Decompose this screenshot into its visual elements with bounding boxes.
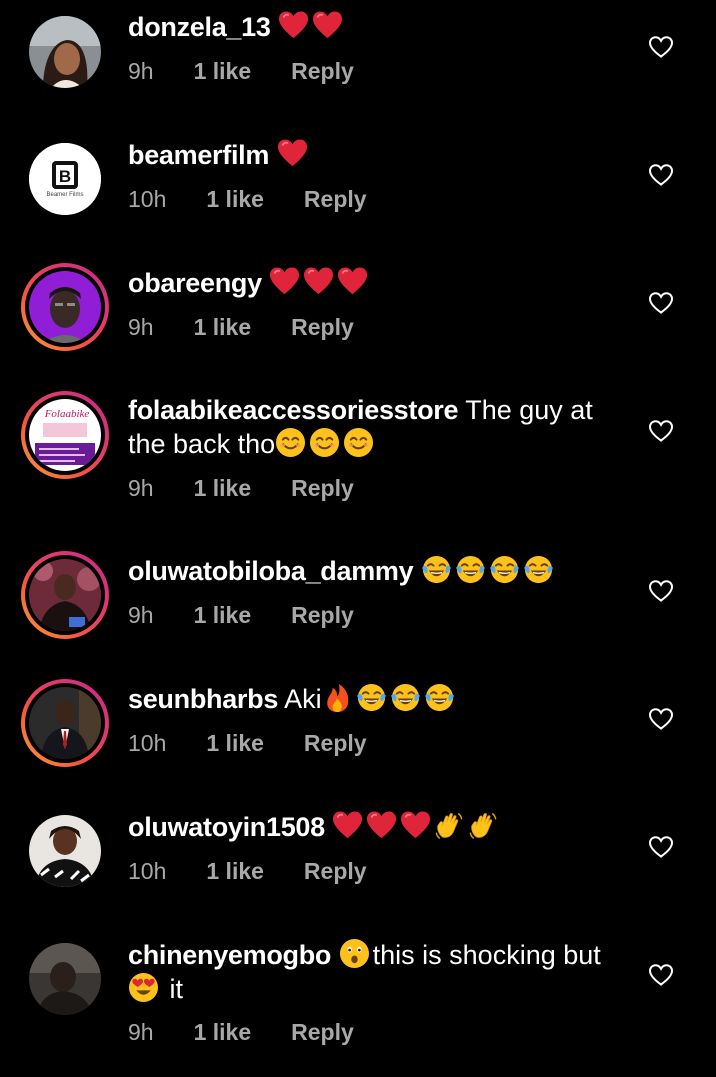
- comment-body: this is shocking but: [372, 940, 601, 970]
- reply-button[interactable]: Reply: [291, 1019, 354, 1046]
- like-heart-icon[interactable]: [648, 162, 674, 188]
- comment-meta: 9h 1 like Reply: [128, 475, 354, 502]
- tears-of-joy-icon: [455, 554, 486, 585]
- comment-meta: 9h 1 like Reply: [128, 58, 354, 85]
- timestamp: 9h: [128, 475, 154, 501]
- avatar: [29, 559, 101, 631]
- avatar-logo-text: Folaabike: [44, 408, 90, 420]
- smiling-face-icon: [275, 427, 306, 458]
- red-heart-icon: [312, 10, 343, 41]
- comment-meta: 10h 1 like Reply: [128, 858, 367, 885]
- waving-hand-icon: [434, 810, 465, 841]
- likes-count[interactable]: 1 like: [194, 58, 252, 85]
- like-heart-icon[interactable]: [648, 962, 674, 988]
- red-heart-icon: [366, 810, 397, 841]
- like-heart-icon[interactable]: [648, 34, 674, 60]
- comment-text: beamerfilm: [128, 138, 628, 172]
- username[interactable]: beamerfilm: [128, 140, 269, 170]
- reply-button[interactable]: Reply: [291, 314, 354, 341]
- username[interactable]: obareengy: [128, 268, 262, 298]
- tears-of-joy-icon: [424, 682, 455, 713]
- tears-of-joy-icon: [421, 554, 452, 585]
- likes-count[interactable]: 1 like: [194, 314, 252, 341]
- avatar: [29, 271, 101, 343]
- avatar[interactable]: [29, 815, 101, 887]
- comment-text: obareengy: [128, 266, 628, 300]
- tears-of-joy-icon: [489, 554, 520, 585]
- waving-hand-icon: [468, 810, 499, 841]
- avatar[interactable]: [29, 943, 101, 1015]
- timestamp: 9h: [128, 58, 154, 84]
- reply-button[interactable]: Reply: [304, 730, 367, 757]
- likes-count[interactable]: 1 like: [194, 475, 252, 502]
- avatar: [29, 687, 101, 759]
- tears-of-joy-icon: [390, 682, 421, 713]
- timestamp: 10h: [128, 730, 167, 756]
- username[interactable]: folaabikeaccessoriesstore: [128, 395, 459, 425]
- red-heart-icon: [278, 10, 309, 41]
- comment-text: seunbharbs Aki: [128, 682, 628, 716]
- likes-count[interactable]: 1 like: [206, 858, 264, 885]
- red-heart-icon: [269, 266, 300, 297]
- comment-text: oluwatoyin1508: [128, 810, 628, 844]
- avatar-story-ring[interactable]: [21, 679, 109, 767]
- astonished-face-icon: [339, 938, 370, 969]
- avatar: Folaabike: [29, 399, 101, 471]
- username[interactable]: donzela_13: [128, 12, 271, 42]
- username[interactable]: chinenyemogbo: [128, 940, 331, 970]
- comment-body-continued: it: [169, 974, 184, 1004]
- reply-button[interactable]: Reply: [304, 858, 367, 885]
- timestamp: 9h: [128, 1019, 154, 1045]
- fire-icon: [322, 682, 353, 713]
- avatar-logo-text: B: [59, 167, 71, 186]
- username[interactable]: oluwatoyin1508: [128, 812, 325, 842]
- username[interactable]: seunbharbs: [128, 684, 278, 714]
- avatar-logo-subtext: Beamer Films: [46, 192, 83, 198]
- timestamp: 10h: [128, 858, 167, 884]
- avatar-story-ring[interactable]: [21, 263, 109, 351]
- like-heart-icon[interactable]: [648, 418, 674, 444]
- avatar-story-ring[interactable]: [21, 551, 109, 639]
- red-heart-icon: [303, 266, 334, 297]
- heart-eyes-face-icon: [128, 972, 159, 1003]
- comment-meta: 9h 1 like Reply: [128, 314, 354, 341]
- comment-text: folaabikeaccessoriesstore The guy at the…: [128, 394, 628, 461]
- like-heart-icon[interactable]: [648, 834, 674, 860]
- timestamp: 9h: [128, 602, 154, 628]
- red-heart-icon: [332, 810, 363, 841]
- comment-meta: 10h 1 like Reply: [128, 186, 367, 213]
- comment-text: chinenyemogbo this is shocking but it: [128, 938, 628, 1006]
- timestamp: 9h: [128, 314, 154, 340]
- reply-button[interactable]: Reply: [291, 475, 354, 502]
- likes-count[interactable]: 1 like: [206, 730, 264, 757]
- likes-count[interactable]: 1 like: [194, 1019, 252, 1046]
- like-heart-icon[interactable]: [648, 578, 674, 604]
- reply-button[interactable]: Reply: [291, 58, 354, 85]
- avatar-story-ring[interactable]: Folaabike: [21, 391, 109, 479]
- likes-count[interactable]: 1 like: [206, 186, 264, 213]
- like-heart-icon[interactable]: [648, 706, 674, 732]
- red-heart-icon: [337, 266, 368, 297]
- reply-button[interactable]: Reply: [291, 602, 354, 629]
- tears-of-joy-icon: [356, 682, 387, 713]
- likes-count[interactable]: 1 like: [194, 602, 252, 629]
- avatar[interactable]: B Beamer Films: [29, 143, 101, 215]
- comment-text: donzela_13: [128, 10, 628, 44]
- tears-of-joy-icon: [523, 554, 554, 585]
- smiling-face-icon: [309, 427, 340, 458]
- comment-meta: 9h 1 like Reply: [128, 1019, 354, 1046]
- comment-meta: 10h 1 like Reply: [128, 730, 367, 757]
- smiling-face-icon: [343, 427, 374, 458]
- timestamp: 10h: [128, 186, 167, 212]
- comment-text: oluwatobiloba_dammy: [128, 554, 628, 588]
- avatar[interactable]: [29, 16, 101, 88]
- comment-body: Aki: [284, 684, 322, 714]
- like-heart-icon[interactable]: [648, 290, 674, 316]
- reply-button[interactable]: Reply: [304, 186, 367, 213]
- red-heart-icon: [277, 138, 308, 169]
- comment-meta: 9h 1 like Reply: [128, 602, 354, 629]
- username[interactable]: oluwatobiloba_dammy: [128, 556, 414, 586]
- red-heart-icon: [400, 810, 431, 841]
